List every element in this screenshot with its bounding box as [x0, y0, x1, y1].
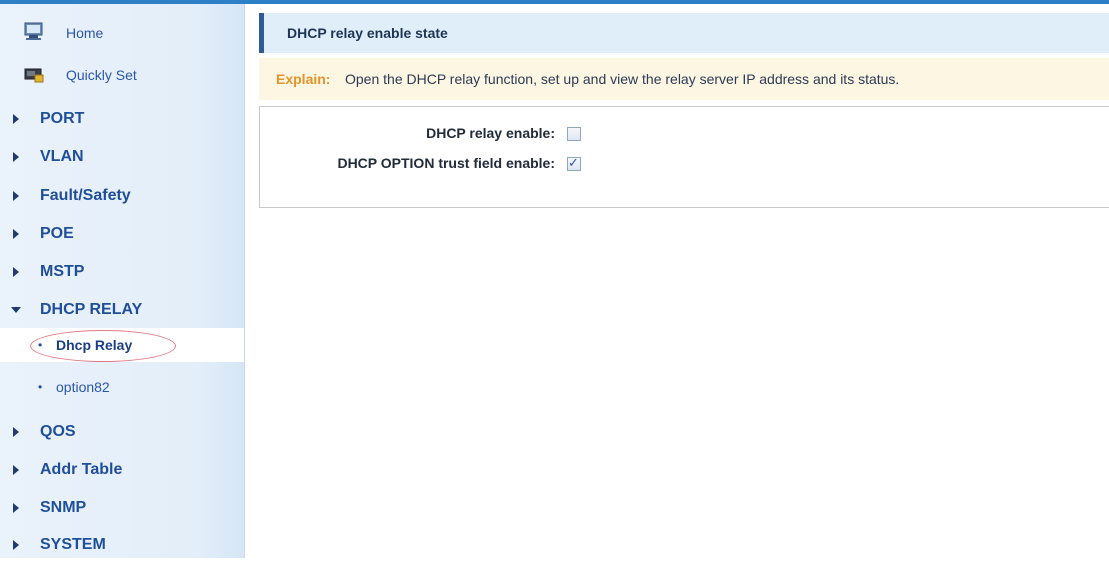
page-title: DHCP relay enable state	[287, 25, 448, 41]
sidebar-item-label: MSTP	[40, 263, 85, 280]
sidebar-item-addr-table[interactable]: Addr Table	[0, 451, 244, 489]
explain-label: Explain:	[276, 71, 331, 87]
chevron-right-icon	[13, 114, 19, 124]
bullet-icon: •	[38, 380, 43, 394]
sidebar-item-label: DHCP RELAY	[40, 301, 143, 318]
sidebar-item-fault-safety[interactable]: Fault/Safety	[0, 177, 244, 215]
chevron-right-icon	[13, 465, 19, 475]
sidebar-item-system[interactable]: SYSTEM	[0, 526, 244, 564]
sidebar: Home Quickly Set PORT VLAN Fault/Safety …	[0, 4, 245, 558]
sidebar-item-label: POE	[40, 225, 74, 242]
chevron-right-icon	[13, 427, 19, 437]
sidebar-item-port[interactable]: PORT	[0, 100, 244, 138]
sidebar-item-label: Fault/Safety	[40, 187, 131, 204]
quick-set-icon	[24, 68, 44, 83]
sidebar-item-vlan[interactable]: VLAN	[0, 138, 244, 176]
sidebar-item-label: Home	[66, 25, 104, 41]
sidebar-item-label: Addr Table	[40, 461, 123, 478]
home-icon	[24, 22, 43, 40]
sidebar-item-snmp[interactable]: SNMP	[0, 489, 244, 527]
sidebar-subitem-dhcp-relay[interactable]: • Dhcp Relay	[0, 328, 244, 362]
sidebar-item-label: Quickly Set	[66, 67, 137, 83]
chevron-right-icon	[13, 191, 19, 201]
sidebar-item-qos[interactable]: QOS	[0, 413, 244, 451]
sidebar-subitem-option82[interactable]: • option82	[0, 370, 244, 404]
settings-form: DHCP relay enable: DHCP OPTION trust fie…	[259, 106, 1109, 208]
explain-banner: Explain: Open the DHCP relay function, s…	[259, 58, 1109, 100]
chevron-right-icon	[13, 267, 19, 277]
section-header: DHCP relay enable state	[259, 13, 1109, 53]
sidebar-item-home[interactable]: Home	[0, 13, 244, 53]
chevron-right-icon	[13, 229, 19, 239]
highlight-annotation	[30, 330, 176, 362]
chevron-right-icon	[13, 540, 19, 550]
chevron-down-icon	[11, 307, 21, 313]
chevron-right-icon	[13, 503, 19, 513]
sidebar-item-label: PORT	[40, 110, 85, 127]
form-row-option-trust-enable: DHCP OPTION trust field enable:	[260, 149, 555, 177]
sidebar-item-poe[interactable]: POE	[0, 215, 244, 253]
sidebar-item-label: QOS	[40, 423, 76, 440]
sidebar-item-dhcp-relay[interactable]: DHCP RELAY	[0, 291, 244, 329]
chevron-right-icon	[13, 152, 19, 162]
form-row-dhcp-relay-enable: DHCP relay enable:	[260, 119, 555, 147]
sidebar-item-mstp[interactable]: MSTP	[0, 253, 244, 291]
checkmark-icon: ✓	[568, 155, 579, 170]
sidebar-subitem-label: option82	[56, 379, 110, 395]
sidebar-item-label: SYSTEM	[40, 536, 106, 553]
option-trust-field-enable-label: DHCP OPTION trust field enable:	[337, 155, 555, 171]
sidebar-item-quickly-set[interactable]: Quickly Set	[0, 55, 244, 95]
explain-text: Open the DHCP relay function, set up and…	[345, 71, 900, 87]
option-trust-field-enable-checkbox[interactable]: ✓	[567, 155, 581, 171]
sidebar-item-label: SNMP	[40, 499, 87, 516]
main-content: DHCP relay enable state Explain: Open th…	[259, 13, 1109, 208]
dhcp-relay-enable-checkbox[interactable]	[567, 127, 581, 141]
sidebar-item-label: VLAN	[40, 148, 84, 165]
dhcp-relay-enable-label: DHCP relay enable:	[426, 125, 555, 141]
